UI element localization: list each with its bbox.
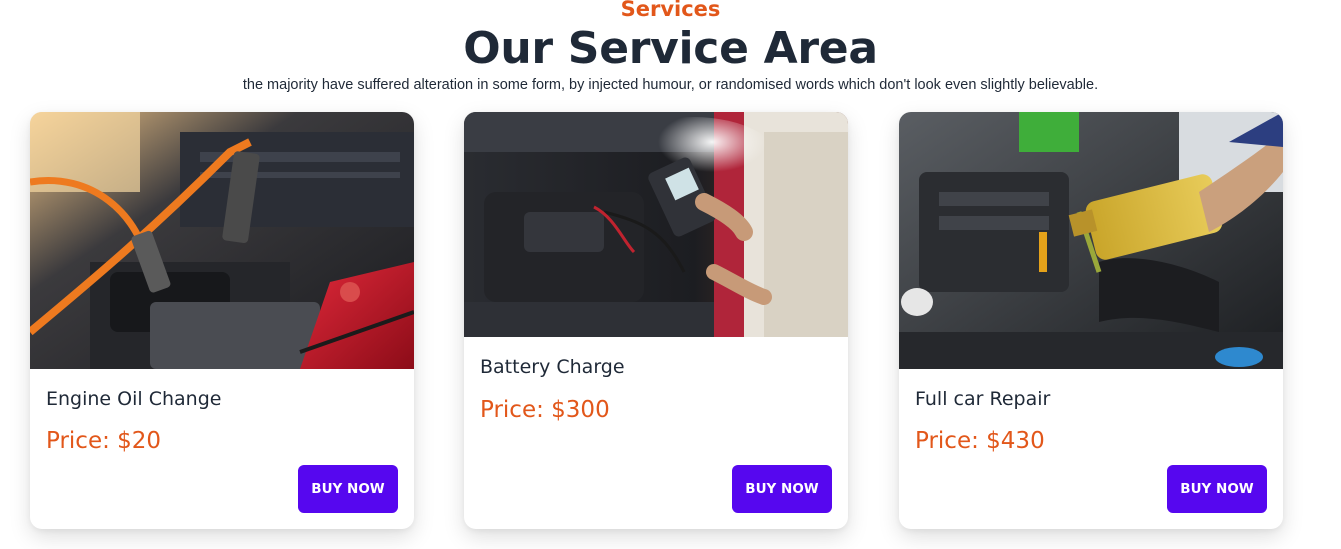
service-price: Price: $20 (46, 428, 162, 454)
section-subtitle: the majority have suffered alteration in… (242, 77, 1099, 93)
service-price: Price: $300 (480, 397, 610, 423)
section-header: Services Our Service Area the majority h… (0, 0, 1341, 95)
buy-now-button[interactable]: BUY NOW (298, 465, 398, 513)
service-name: Battery Charge (480, 356, 625, 378)
buy-now-button[interactable]: BUY NOW (1167, 465, 1267, 513)
service-card-full-car-repair: Full car Repair Price: $430 BUY NOW (899, 112, 1283, 529)
battery-tester-photo (464, 112, 848, 337)
service-card-battery-charge: Battery Charge Price: $300 BUY NOW (464, 112, 848, 529)
service-card-engine-oil: Engine Oil Change Price: $20 BUY NOW (30, 112, 414, 529)
buy-now-button[interactable]: BUY NOW (732, 465, 832, 513)
section-eyebrow: Services (620, 0, 721, 21)
service-price: Price: $430 (915, 428, 1045, 454)
engine-jumper-cables-photo (30, 112, 414, 369)
service-name: Engine Oil Change (46, 388, 222, 410)
service-name: Full car Repair (915, 388, 1051, 410)
oil-pouring-photo (899, 112, 1283, 369)
page-title: Our Service Area (463, 23, 878, 74)
